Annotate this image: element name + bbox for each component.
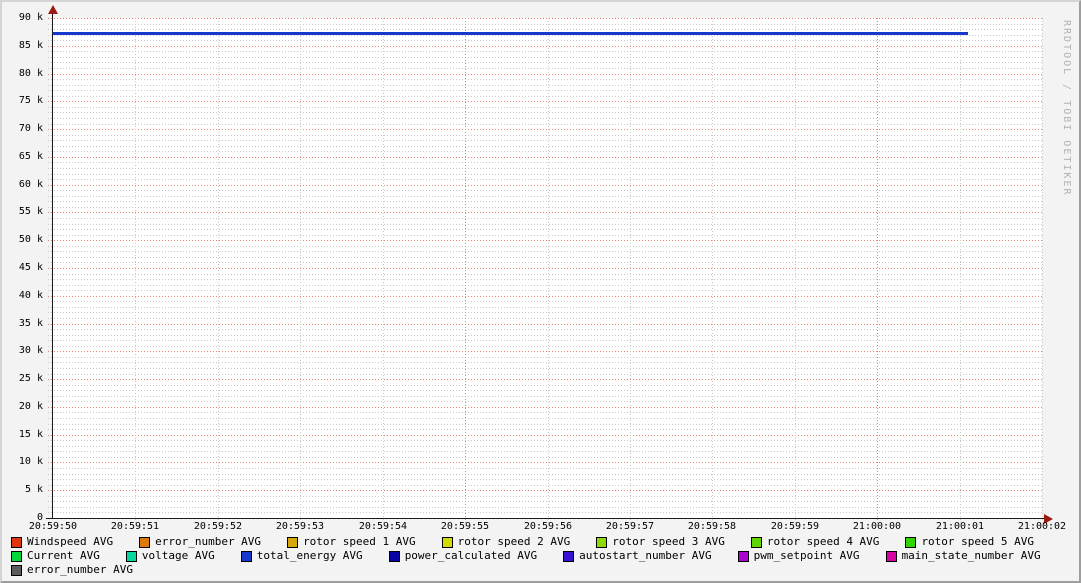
legend-item-rotor-speed-3-avg: rotor speed 3 AVG [596,535,725,549]
legend-item-total_energy-avg: total_energy AVG [241,549,363,563]
x-tick-label: 20:59:53 [258,521,342,532]
legend-row: Current AVG voltage AVG total_energy AVG po… [11,549,1041,563]
y-tick-label: 70 k [2,124,46,134]
legend-item-windspeed-avg: Windspeed AVG [11,535,113,549]
legend-label: rotor speed 4 AVG [767,535,880,549]
legend-swatch-icon [389,551,400,562]
y-tick-label: 55 k [2,207,46,217]
legend-label: error_number AVG [155,535,261,549]
y-tick-label: 40 k [2,291,46,301]
y-tick-label: 20 k [2,402,46,412]
y-tick-label: 80 k [2,69,46,79]
legend-label: power_calculated AVG [405,549,537,563]
legend-label: voltage AVG [142,549,215,563]
legend-label: error_number AVG [27,563,133,577]
legend-item-autostart_number-avg: autostart_number AVG [563,549,711,563]
legend-row: error_number AVG [11,563,1041,577]
legend-item-current-avg: Current AVG [11,549,100,563]
y-tick-label: 30 k [2,346,46,356]
watermark: RRDTOOL / TOBI OETIKER [1061,20,1072,196]
legend-swatch-icon [886,551,897,562]
legend-label: total_energy AVG [257,549,363,563]
y-tick-label: 50 k [2,235,46,245]
legend-row: Windspeed AVG error_number AVG rotor speed… [11,535,1041,549]
rrdtool-graph: 05 k10 k15 k20 k25 k30 k35 k40 k45 k50 k… [0,0,1081,583]
legend-item-error_number-avg: error_number AVG [11,563,133,577]
legend-label: Current AVG [27,549,100,563]
y-tick-label: 10 k [2,457,46,467]
legend-item-power_calculated-avg: power_calculated AVG [389,549,537,563]
y-tick-label: 85 k [2,41,46,51]
legend-swatch-icon [596,537,607,548]
legend-item-rotor-speed-5-avg: rotor speed 5 AVG [905,535,1034,549]
y-axis-arrow-icon [48,5,58,14]
legend-swatch-icon [241,551,252,562]
legend-label: rotor speed 2 AVG [458,535,571,549]
legend-label: rotor speed 1 AVG [303,535,416,549]
legend-item-error_number-avg: error_number AVG [139,535,261,549]
legend-item-rotor-speed-1-avg: rotor speed 1 AVG [287,535,416,549]
x-tick-label: 21:00:02 [1000,521,1081,532]
legend-label: main_state_number AVG [902,549,1041,563]
legend-label: rotor speed 5 AVG [921,535,1034,549]
x-tick-label: 20:59:56 [506,521,590,532]
y-tick-label: 35 k [2,319,46,329]
x-tick-label: 20:59:55 [423,521,507,532]
legend-swatch-icon [563,551,574,562]
x-tick-label: 20:59:57 [588,521,672,532]
x-tick-label: 20:59:54 [341,521,425,532]
legend-swatch-icon [11,565,22,576]
x-tick-label: 21:00:00 [835,521,919,532]
x-tick-label: 20:59:50 [11,521,95,532]
legend-label: rotor speed 3 AVG [612,535,725,549]
legend-swatch-icon [287,537,298,548]
x-tick-label: 21:00:01 [918,521,1002,532]
legend-item-rotor-speed-4-avg: rotor speed 4 AVG [751,535,880,549]
y-tick-label: 75 k [2,96,46,106]
y-tick-label: 90 k [2,13,46,23]
legend-swatch-icon [738,551,749,562]
legend-swatch-icon [11,537,22,548]
x-tick-label: 20:59:52 [176,521,260,532]
y-tick-label: 25 k [2,374,46,384]
y-tick-label: 60 k [2,180,46,190]
legend-label: Windspeed AVG [27,535,113,549]
legend-item-voltage-avg: voltage AVG [126,549,215,563]
legend-label: autostart_number AVG [579,549,711,563]
x-tick-label: 20:59:59 [753,521,837,532]
y-tick-label: 15 k [2,430,46,440]
legend: Windspeed AVG error_number AVG rotor speed… [11,535,1041,577]
x-axis [46,518,1045,519]
legend-swatch-icon [126,551,137,562]
legend-swatch-icon [442,537,453,548]
plot-area [53,18,1042,518]
legend-swatch-icon [905,537,916,548]
legend-item-pwm_setpoint-avg: pwm_setpoint AVG [738,549,860,563]
legend-item-rotor-speed-2-avg: rotor speed 2 AVG [442,535,571,549]
x-tick-label: 20:59:51 [93,521,177,532]
legend-item-main_state_number-avg: main_state_number AVG [886,549,1041,563]
legend-label: pwm_setpoint AVG [754,549,860,563]
y-tick-label: 5 k [2,485,46,495]
y-axis [52,10,53,518]
series-line-total_energy-avg [53,32,968,35]
x-tick-label: 20:59:58 [670,521,754,532]
y-tick-label: 45 k [2,263,46,273]
minor-gridline-vertical [1042,18,1043,523]
y-tick-label: 65 k [2,152,46,162]
legend-swatch-icon [139,537,150,548]
legend-swatch-icon [751,537,762,548]
legend-swatch-icon [11,551,22,562]
